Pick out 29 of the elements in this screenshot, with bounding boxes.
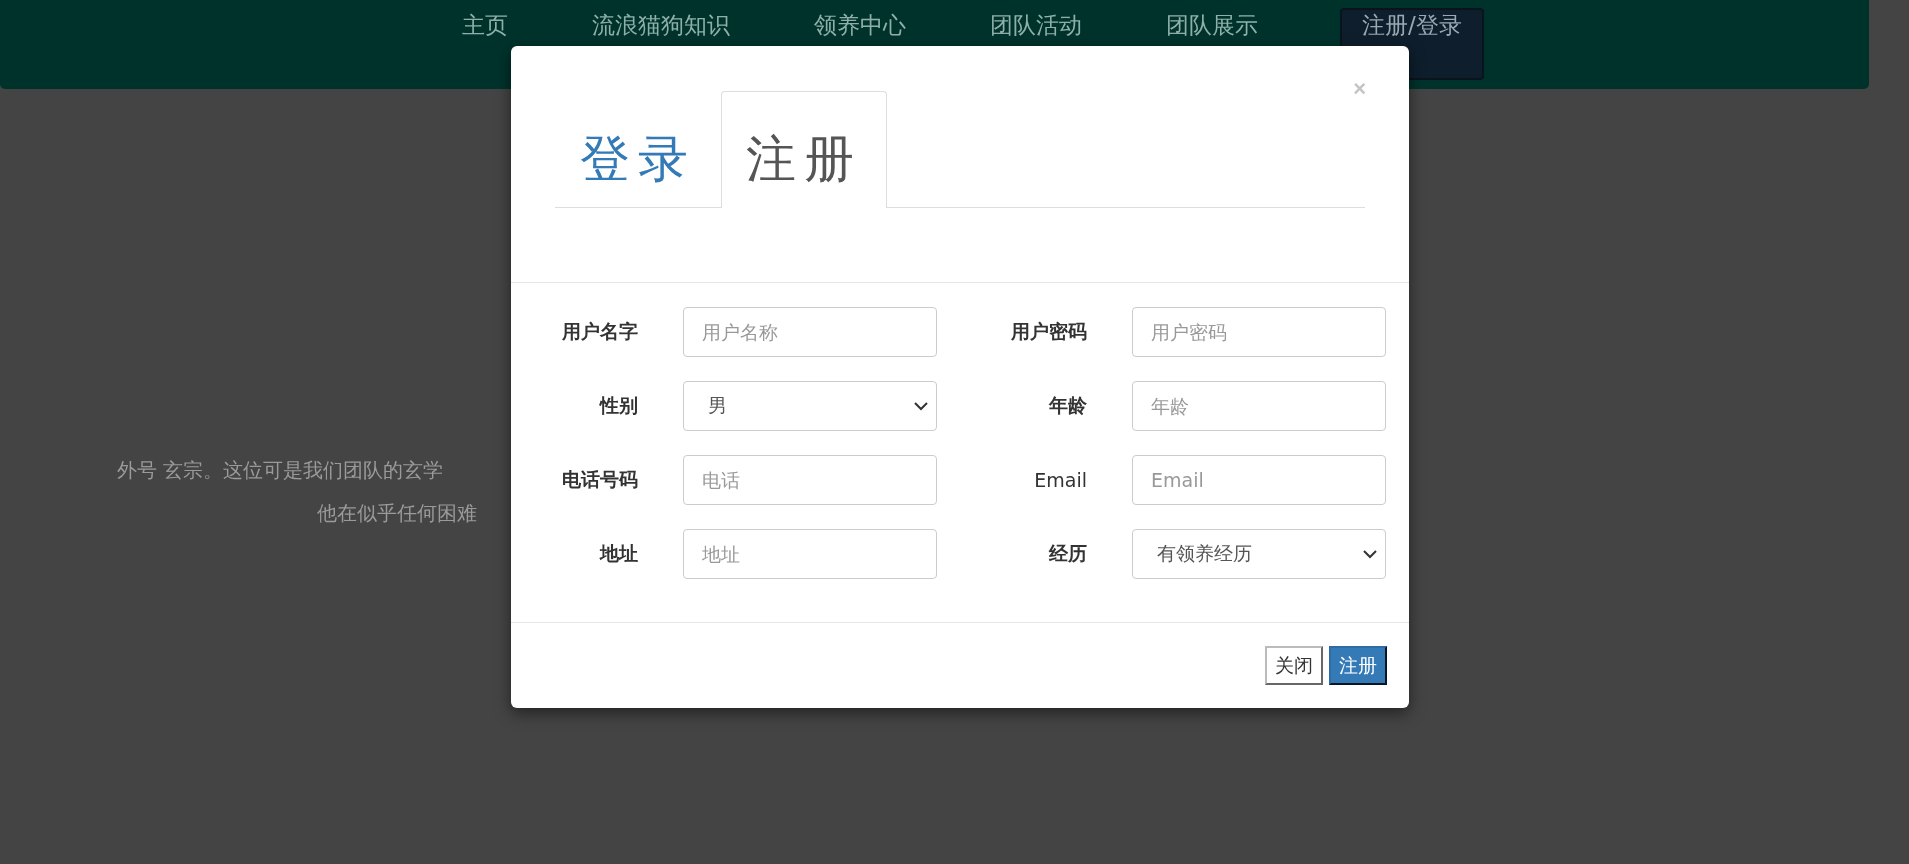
field-label: 电话号码 xyxy=(562,467,638,492)
nav-link[interactable]: 主页 xyxy=(420,10,550,41)
field-label: 经历 xyxy=(1049,541,1087,566)
input-field[interactable]: 电话 xyxy=(683,455,937,505)
close-dialog-button[interactable]: 关闭 xyxy=(1265,646,1323,685)
background-text: 外号 玄宗。这位可是我们团队的玄学 xyxy=(117,457,444,484)
input-field[interactable]: 用户名称 xyxy=(683,307,937,357)
tab[interactable]: 登录 xyxy=(555,91,721,208)
chevron-down-icon xyxy=(1363,549,1377,559)
chevron-down-icon xyxy=(914,401,928,411)
field-label: 年龄 xyxy=(1049,393,1087,418)
field-label: 地址 xyxy=(600,541,638,566)
nav-link[interactable]: 团队展示 xyxy=(1124,10,1300,41)
nav-link[interactable]: 团队活动 xyxy=(948,10,1124,41)
tab[interactable]: 注册 xyxy=(721,91,887,208)
field-label: 用户名字 xyxy=(562,319,638,344)
register-button[interactable]: 注册 xyxy=(1329,646,1387,685)
input-field[interactable]: 用户密码 xyxy=(1132,307,1386,357)
field-label: 用户密码 xyxy=(1011,319,1087,344)
nav-link[interactable]: 领养中心 xyxy=(772,10,948,41)
select-field[interactable]: 男 xyxy=(683,381,937,431)
select-field[interactable]: 有领养经历 xyxy=(1132,529,1386,579)
background-text: 他在似乎任何困难 xyxy=(317,500,477,527)
input-field[interactable]: 地址 xyxy=(683,529,937,579)
input-field[interactable]: 年龄 xyxy=(1132,381,1386,431)
nav-link[interactable]: 流浪猫狗知识 xyxy=(550,10,772,41)
input-field[interactable]: Email xyxy=(1132,455,1386,505)
field-label: 性别 xyxy=(600,393,638,418)
field-label: Email xyxy=(1034,469,1087,491)
